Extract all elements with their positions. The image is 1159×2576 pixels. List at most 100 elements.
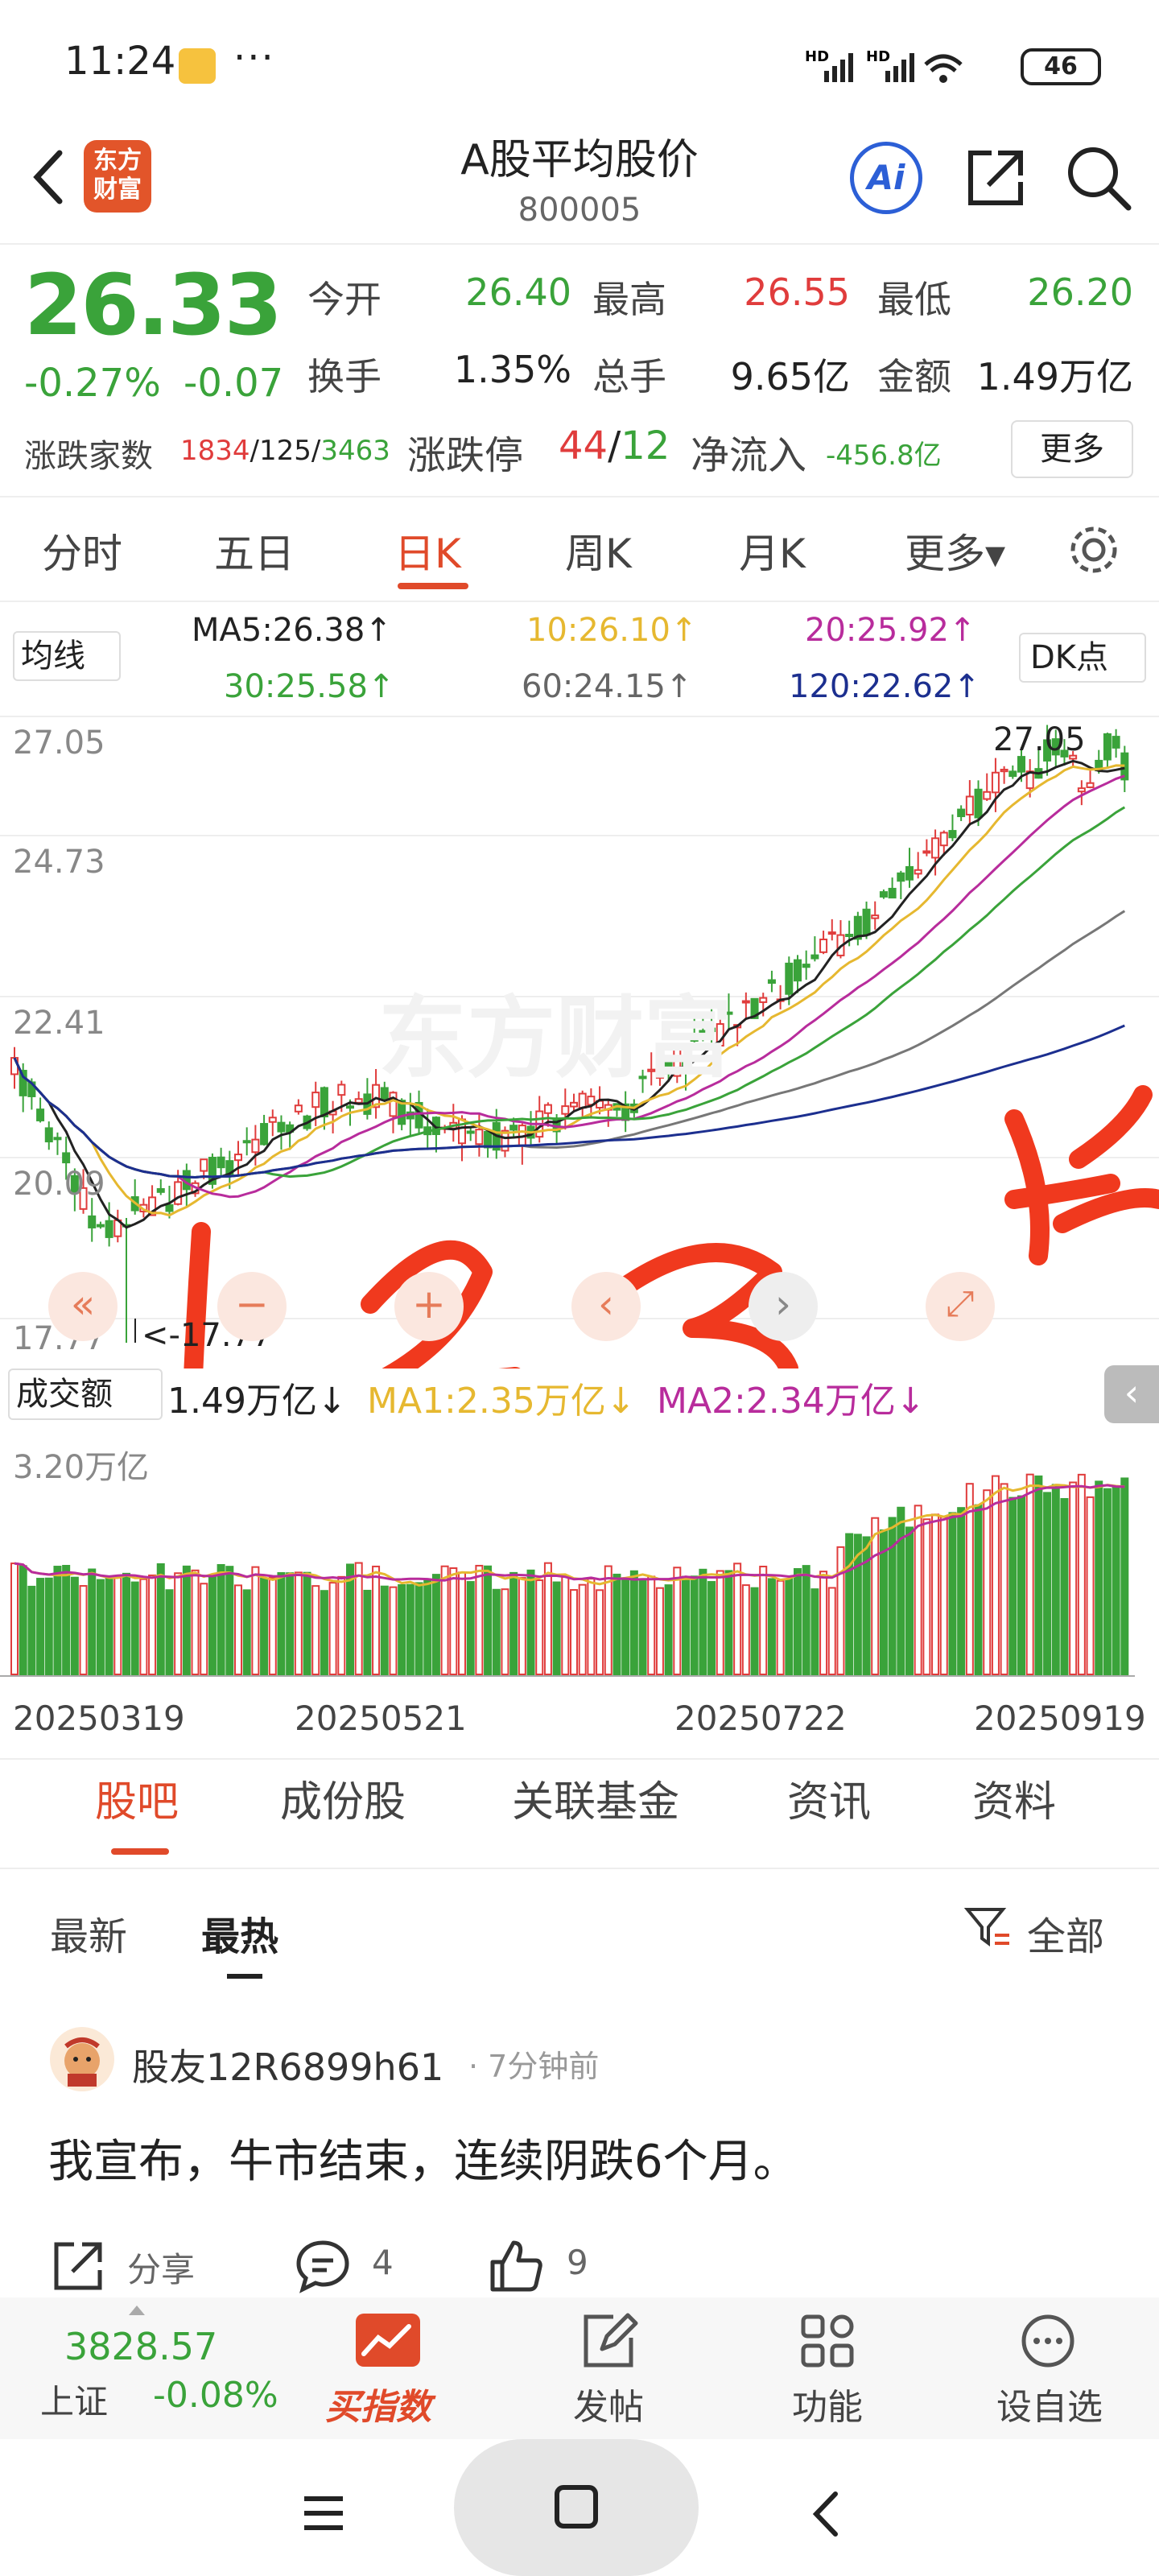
rewind-button[interactable]: « bbox=[48, 1272, 118, 1341]
candle bbox=[466, 1130, 475, 1134]
candle bbox=[1086, 782, 1095, 788]
volume-bar bbox=[682, 1575, 690, 1676]
watchlist-label[interactable]: 设自选 bbox=[985, 2378, 1114, 2429]
volume-bar bbox=[578, 1583, 587, 1676]
menu-icon[interactable] bbox=[299, 2489, 348, 2541]
volume-bar bbox=[200, 1583, 208, 1675]
volume-bar bbox=[36, 1578, 45, 1675]
tab-components[interactable]: 成份股 bbox=[280, 1768, 406, 1828]
candle bbox=[96, 1224, 105, 1228]
candle bbox=[268, 1117, 277, 1123]
filter-all[interactable]: 全部 bbox=[1027, 1905, 1104, 1961]
filter-latest[interactable]: 最新 bbox=[50, 1905, 127, 1961]
volume-bar bbox=[466, 1581, 475, 1675]
zoom-out-button[interactable]: − bbox=[217, 1272, 287, 1341]
volume-label: 总手 bbox=[592, 355, 666, 398]
share-post-icon[interactable] bbox=[50, 2238, 106, 2297]
volume-bar bbox=[741, 1584, 750, 1675]
volume-bar bbox=[543, 1562, 552, 1675]
functions-grid-icon[interactable] bbox=[797, 2310, 858, 2375]
notification-icon bbox=[179, 48, 216, 84]
tab-intraday[interactable]: 分时 bbox=[42, 522, 122, 580]
volume-selector[interactable]: 成交额 bbox=[8, 1368, 163, 1420]
volume-bar bbox=[1025, 1473, 1034, 1676]
comment-icon[interactable] bbox=[295, 2238, 351, 2297]
index-name[interactable]: 上证 bbox=[40, 2375, 108, 2424]
fullscreen-button[interactable]: ⤢ bbox=[926, 1272, 995, 1341]
functions-label[interactable]: 功能 bbox=[773, 2378, 882, 2429]
volume-bar bbox=[767, 1578, 776, 1675]
tab-monthly-k[interactable]: 月K bbox=[739, 522, 806, 580]
candle bbox=[1000, 769, 1008, 773]
tab-daily-k[interactable]: 日K bbox=[394, 522, 461, 580]
candle bbox=[827, 931, 836, 935]
volume-bar bbox=[612, 1573, 621, 1675]
buy-index-icon[interactable] bbox=[356, 2314, 420, 2367]
filter-icon[interactable] bbox=[963, 1903, 1013, 1951]
candle bbox=[260, 1123, 269, 1146]
ma5-label: MA5:26.38↑ bbox=[192, 612, 392, 649]
home-button[interactable] bbox=[454, 2439, 699, 2576]
post-edit-icon[interactable] bbox=[578, 2310, 639, 2375]
share-icon[interactable] bbox=[959, 142, 1032, 214]
volume-bar bbox=[1112, 1487, 1120, 1675]
nav-back-icon[interactable] bbox=[802, 2486, 850, 2545]
candle bbox=[53, 1137, 62, 1141]
volume-bar bbox=[260, 1577, 269, 1676]
volume-bar bbox=[1043, 1492, 1052, 1675]
candle bbox=[242, 1140, 251, 1144]
ai-button[interactable]: Ai bbox=[850, 142, 922, 214]
post-content[interactable]: 我宣布，牛市结束，连续阴跌6个月。 bbox=[48, 2125, 798, 2190]
volume-bar bbox=[948, 1512, 957, 1675]
next-button[interactable]: › bbox=[749, 1272, 818, 1341]
volume-bar bbox=[70, 1576, 79, 1675]
post-username[interactable]: 股友12R6899h61 bbox=[132, 2038, 443, 2091]
tab-profile[interactable]: 资料 bbox=[972, 1768, 1056, 1828]
expand-up-icon[interactable] bbox=[129, 2306, 145, 2315]
volume-bar bbox=[1095, 1480, 1103, 1675]
amount-label: 金额 bbox=[877, 355, 951, 398]
tab-weekly-k[interactable]: 周K bbox=[565, 522, 632, 580]
tab-guba[interactable]: 股吧 bbox=[95, 1768, 179, 1828]
tab-related-funds[interactable]: 关联基金 bbox=[512, 1768, 679, 1828]
candle bbox=[570, 1101, 578, 1108]
share-label[interactable]: 分享 bbox=[127, 2243, 195, 2292]
date-label: 20250319 bbox=[13, 1699, 185, 1738]
back-button[interactable] bbox=[24, 145, 72, 220]
candle bbox=[810, 954, 819, 960]
more-button[interactable]: 更多 bbox=[1011, 420, 1133, 478]
volume-bar bbox=[79, 1585, 88, 1676]
add-watchlist-icon[interactable] bbox=[1017, 2310, 1079, 2375]
tab-five-day[interactable]: 五日 bbox=[214, 522, 295, 580]
volume-chart[interactable] bbox=[0, 1425, 1159, 1682]
candle bbox=[217, 1156, 225, 1169]
prev-button[interactable]: ‹ bbox=[571, 1272, 641, 1341]
candle bbox=[311, 1092, 320, 1108]
index-change[interactable]: -0.08% bbox=[153, 2375, 278, 2416]
tab-news[interactable]: 资讯 bbox=[787, 1768, 871, 1828]
volume-bar bbox=[939, 1516, 948, 1676]
candle bbox=[767, 979, 776, 985]
collapse-panel-icon[interactable]: ‹ bbox=[1104, 1365, 1159, 1423]
tab-more[interactable]: 更多▾ bbox=[905, 522, 1005, 580]
search-icon[interactable] bbox=[1062, 142, 1135, 214]
dk-selector[interactable]: DK点 bbox=[1019, 633, 1146, 683]
like-icon[interactable] bbox=[488, 2238, 544, 2297]
filter-hot[interactable]: 最热 bbox=[201, 1905, 278, 1961]
candle bbox=[794, 959, 802, 982]
buy-index-label[interactable]: 买指数 bbox=[325, 2378, 431, 2429]
volume-bar bbox=[492, 1588, 501, 1675]
settings-gear-icon[interactable] bbox=[1066, 522, 1122, 581]
index-value[interactable]: 3828.57 bbox=[64, 2325, 217, 2368]
zoom-in-button[interactable]: + bbox=[394, 1272, 464, 1341]
volume-bar bbox=[526, 1569, 535, 1675]
post-label[interactable]: 发帖 bbox=[554, 2378, 663, 2429]
volume-bar bbox=[19, 1565, 27, 1675]
app-logo: 东方财富 bbox=[84, 140, 151, 213]
candle bbox=[983, 791, 992, 800]
volume-bar bbox=[621, 1579, 630, 1676]
avatar[interactable] bbox=[50, 2027, 114, 2091]
candle bbox=[965, 795, 974, 815]
ma-selector[interactable]: 均线 bbox=[13, 631, 121, 681]
candle bbox=[1103, 733, 1112, 761]
